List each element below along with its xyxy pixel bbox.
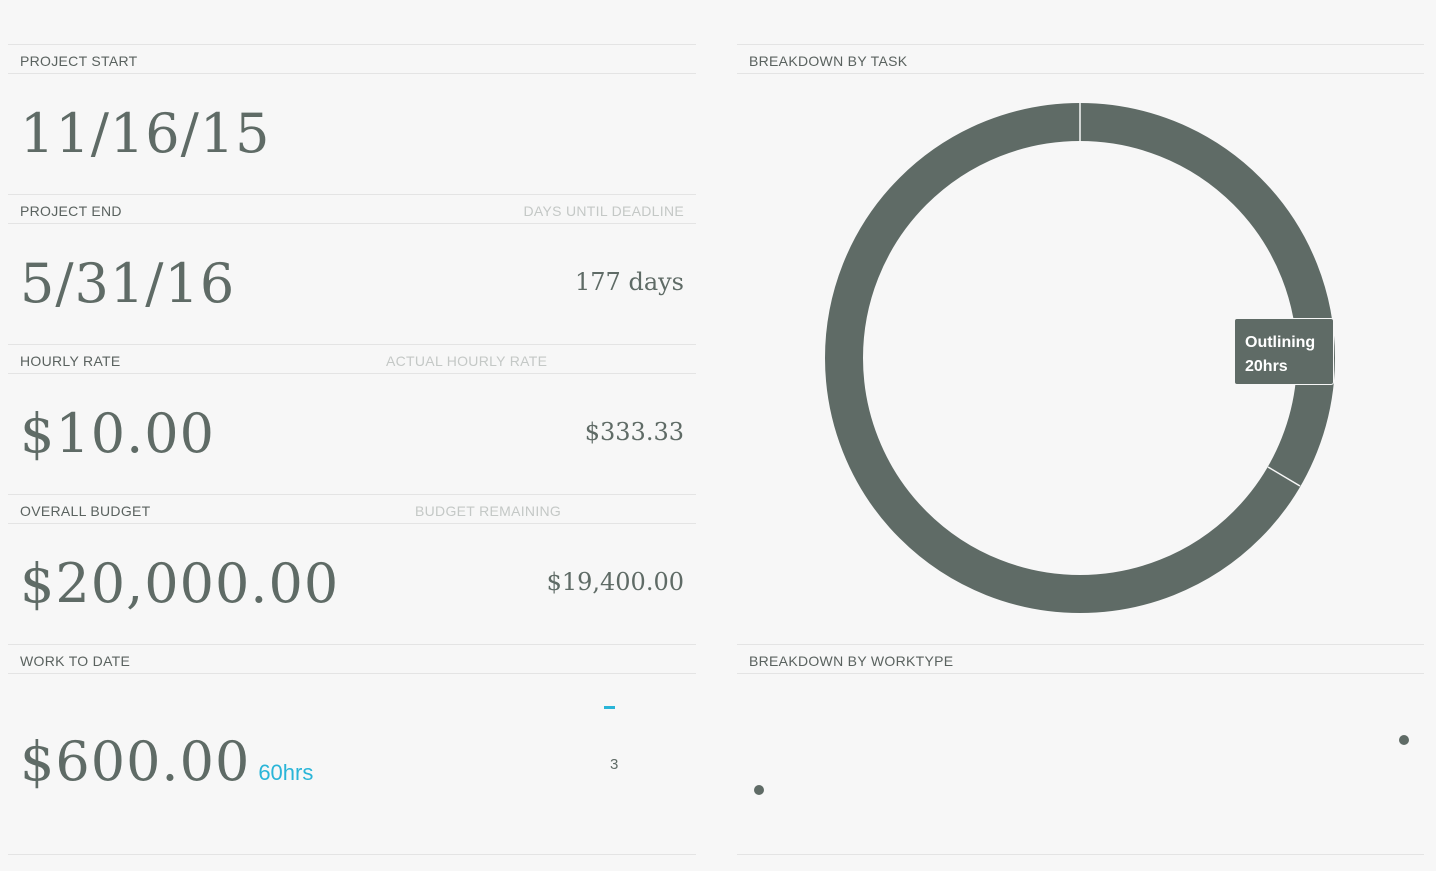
tooltip-task-hours: 20hrs bbox=[1245, 358, 1288, 375]
task-donut-chart bbox=[825, 103, 1335, 613]
worktype-point bbox=[754, 785, 764, 795]
tooltip-task-name: Outlining bbox=[1245, 334, 1316, 351]
worktype-point bbox=[1399, 735, 1409, 745]
donut-tooltip: Outlining 20hrs bbox=[1234, 318, 1334, 385]
